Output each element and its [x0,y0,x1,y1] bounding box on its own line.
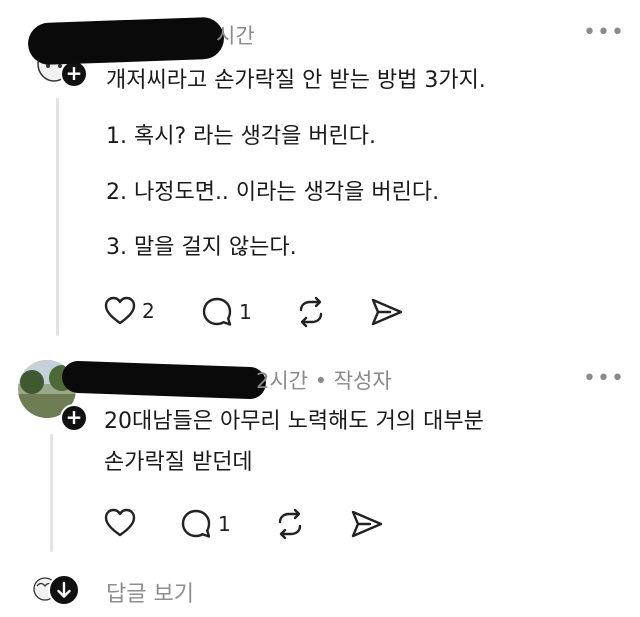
thread-line [50,434,53,552]
share-icon [351,510,383,538]
arrow-down-icon[interactable] [48,574,80,606]
share-button[interactable] [370,296,404,328]
thread-line [56,98,59,336]
comment-text-line: 개저씨라고 손가락질 안 받는 방법 3가지. [106,68,486,93]
like-button[interactable]: 2 [104,296,155,326]
comment-icon [202,297,232,326]
follow-plus-icon[interactable]: + [60,60,88,88]
repost-icon [299,296,323,328]
comment-text-line: 3. 말을 걸지 않는다. [106,235,297,260]
comment-text-line: 1. 혹시? 라는 생각을 버린다. [106,124,377,149]
comment-icon [181,509,211,538]
repost-button[interactable] [295,296,327,328]
more-options-icon[interactable]: ••• [583,366,625,391]
heart-icon [104,296,136,325]
comment-button[interactable]: 1 [201,296,252,328]
like-button[interactable] [104,508,136,538]
share-icon [371,298,403,326]
comment-text-line: 2. 나정도면.. 이라는 생각을 버린다. [106,180,440,205]
redacted-username [27,16,225,66]
like-count: 2 [142,299,155,323]
comment-text-line: 손가락질 받던데 [104,450,253,475]
comment-time: 2시간 • 작성자 [256,369,392,393]
follow-plus-icon[interactable]: + [60,404,88,432]
comment-time: 시간 [216,24,255,48]
comment-text-line: 20대남들은 아무리 노력해도 거의 대부분 [104,409,484,434]
repost-icon [278,508,302,540]
redacted-username [61,360,267,400]
heart-icon [104,508,136,537]
share-button[interactable] [350,508,384,540]
comment-button[interactable]: 1 [180,508,231,540]
view-replies-link[interactable]: 답글 보기 [106,576,194,608]
more-options-icon[interactable]: ••• [583,20,625,45]
comment-count: 1 [239,300,252,324]
comment-count: 1 [218,512,231,536]
repost-button[interactable] [274,508,306,540]
